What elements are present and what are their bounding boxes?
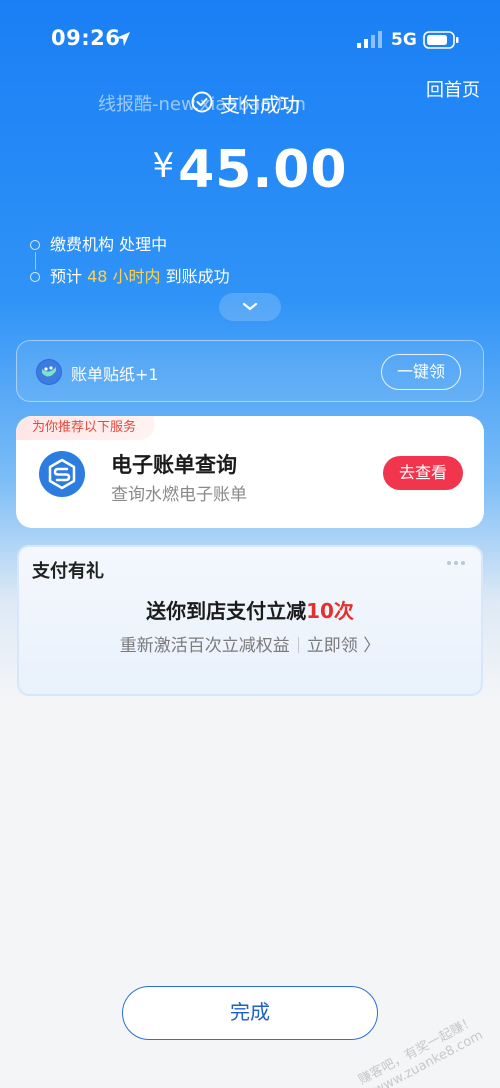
- payment-amount: ¥45.00: [0, 140, 500, 200]
- page-title: 支付成功: [220, 93, 300, 117]
- view-service-button[interactable]: 去查看: [383, 456, 463, 490]
- timeline-step: 预计 48 小时内 到账成功: [28, 264, 448, 296]
- network-type: 5G: [391, 30, 417, 50]
- sticker-icon: [36, 359, 62, 385]
- timeline-step: 缴费机构 处理中: [28, 232, 448, 270]
- service-title: 电子账单查询: [111, 453, 237, 477]
- payment-gift-card[interactable]: 支付有礼 送你到店支付立减10次 重新激活百次立减权益 立即领 〉: [17, 545, 483, 696]
- gift-headline-count: 10次: [306, 599, 354, 623]
- sticker-label: 账单贴纸+1: [71, 365, 159, 384]
- amount-value: 45.00: [178, 140, 348, 200]
- e-bill-icon: [39, 451, 85, 497]
- one-click-claim-button[interactable]: 一键领: [381, 354, 461, 390]
- service-subtitle: 查询水燃电子账单: [111, 485, 247, 505]
- timeline-step-text: 缴费机构 处理中: [50, 235, 168, 254]
- divider: [297, 637, 299, 653]
- timeline-step-suffix: 到账成功: [160, 267, 230, 286]
- bill-sticker-card: 账单贴纸+1 一键领: [16, 340, 484, 402]
- timeline-dot-icon: [30, 240, 40, 250]
- progress-timeline: 缴费机构 处理中 预计 48 小时内 到账成功: [28, 232, 448, 296]
- chevron-down-icon: [242, 302, 258, 311]
- location-arrow-icon: [116, 32, 130, 46]
- battery-icon: [423, 31, 459, 49]
- gift-card-title: 支付有礼: [32, 561, 104, 582]
- page-title-row: 支付成功: [0, 88, 500, 118]
- check-circle-icon: [191, 91, 213, 113]
- claim-now-link[interactable]: 立即领 〉: [307, 636, 380, 656]
- timeline-dot-icon: [30, 272, 40, 282]
- signal-icon: [357, 31, 382, 48]
- timeline-highlight: 48 小时内: [87, 267, 161, 286]
- done-button[interactable]: 完成: [122, 986, 378, 1040]
- gift-subline: 重新激活百次立减权益 立即领 〉: [19, 631, 481, 656]
- recommendation-tag: 为你推荐以下服务: [16, 416, 155, 440]
- timeline-step-prefix: 预计: [50, 267, 88, 286]
- gift-sub-text: 重新激活百次立减权益: [119, 636, 290, 656]
- recommended-service-card[interactable]: 为你推荐以下服务 电子账单查询 查询水燃电子账单 去查看: [16, 416, 484, 528]
- gift-headline-text: 送你到店支付立减: [146, 599, 307, 623]
- status-time: 09:26: [51, 26, 121, 50]
- more-dots-icon[interactable]: [445, 559, 467, 567]
- gift-headline: 送你到店支付立减10次: [19, 595, 481, 624]
- currency-symbol: ¥: [152, 146, 175, 186]
- status-bar: 09:26 5G: [0, 0, 500, 80]
- expand-details-button[interactable]: [219, 293, 281, 321]
- corner-watermark: 赚客吧，有奖一起赚！ www.zuanke8.com: [356, 1014, 486, 1088]
